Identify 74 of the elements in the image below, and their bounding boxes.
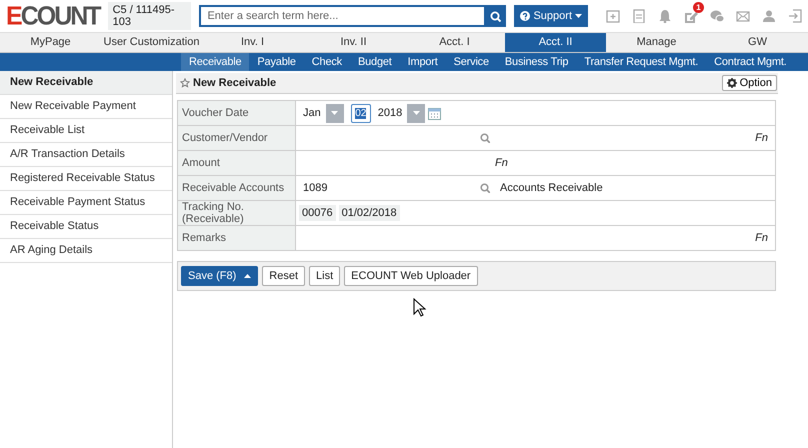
star-icon: [180, 78, 190, 88]
action-button[interactable]: Reset: [262, 266, 306, 286]
year-dropdown[interactable]: [407, 104, 426, 122]
search-button[interactable]: [484, 5, 506, 27]
sidebar-item[interactable]: New Receivable: [0, 71, 172, 95]
notification-badge: 1: [693, 2, 704, 13]
field-label: Amount: [178, 150, 296, 176]
logout-icon[interactable]: [788, 9, 802, 23]
code-value: 1089: [303, 182, 328, 194]
bell-icon[interactable]: [658, 9, 672, 23]
user-icon[interactable]: [762, 9, 776, 23]
support-button[interactable]: Support: [514, 5, 588, 27]
tracking-value: 00076: [299, 205, 336, 221]
mail-icon[interactable]: [736, 9, 750, 23]
sidebar-item[interactable]: Registered Receivable Status: [0, 167, 172, 191]
field-label: Receivable Accounts: [178, 176, 296, 200]
gear-icon: [726, 78, 737, 88]
account-name: Accounts Receivable: [500, 182, 603, 194]
cursor-icon: [413, 298, 427, 318]
day-field[interactable]: 02: [350, 104, 371, 122]
submenu-tab[interactable]: Receivable: [181, 53, 250, 71]
search-icon[interactable]: [480, 183, 490, 193]
year-value: 2018: [378, 107, 402, 119]
caret-icon: [575, 14, 582, 18]
add-window-icon[interactable]: [606, 9, 620, 23]
field-label: Customer/Vendor: [178, 126, 296, 150]
search-icon: [490, 10, 501, 22]
document-icon[interactable]: [632, 9, 646, 23]
action-button[interactable]: List: [309, 266, 340, 286]
month-value: Jan: [303, 107, 321, 119]
company-code: C5 / 111495-103: [108, 2, 192, 30]
submenu-tab[interactable]: Budget: [350, 53, 400, 71]
month-dropdown[interactable]: [326, 104, 344, 122]
menu-tab[interactable]: MyPage: [0, 33, 101, 52]
submenu-tab[interactable]: Import: [400, 53, 446, 71]
menu-tab[interactable]: Inv. II: [303, 33, 404, 52]
submenu-tab[interactable]: Check: [304, 53, 350, 71]
submenu-tab[interactable]: Payable: [249, 53, 304, 71]
function-key[interactable]: Fn: [495, 157, 508, 169]
logo[interactable]: ECOUNT: [6, 0, 100, 32]
menu-tab[interactable]: Acct. II: [505, 33, 606, 52]
submenu-tab[interactable]: Service: [446, 53, 497, 71]
menu-tab[interactable]: Acct. I: [404, 33, 505, 52]
sidebar-item[interactable]: Receivable Status: [0, 215, 172, 239]
option-button[interactable]: Option: [722, 75, 777, 91]
sidebar-item[interactable]: AR Aging Details: [0, 239, 172, 263]
menu-tab[interactable]: Inv. I: [202, 33, 303, 52]
submenu-tab[interactable]: Business Trip: [496, 53, 576, 71]
search-field[interactable]: Enter a search term here...: [199, 5, 484, 27]
caret-icon: [244, 274, 252, 278]
help-icon: [520, 11, 530, 21]
caret-icon: [331, 111, 338, 115]
action-button[interactable]: ECOUNT Web Uploader: [344, 266, 478, 286]
submenu-tab[interactable]: Contract Mgmt.: [706, 53, 795, 71]
search-icon[interactable]: [480, 133, 490, 143]
menu-tab[interactable]: GW: [707, 33, 808, 52]
menu-tab[interactable]: Manage: [606, 33, 707, 52]
sidebar-item[interactable]: Receivable List: [0, 119, 172, 143]
caret-icon: [412, 111, 420, 115]
page-title: New Receivable: [193, 77, 276, 89]
sidebar-item[interactable]: New Receivable Payment: [0, 95, 172, 119]
field-label: Tracking No. (Receivable): [178, 200, 296, 226]
field-label: Voucher Date: [178, 100, 296, 126]
menu-tab[interactable]: User Customization: [101, 33, 202, 52]
function-key[interactable]: Fn: [755, 232, 768, 244]
sidebar-item[interactable]: Receivable Payment Status: [0, 191, 172, 215]
sidebar-item[interactable]: A/R Transaction Details: [0, 143, 172, 167]
function-key[interactable]: Fn: [755, 132, 768, 144]
submenu-tab[interactable]: Transfer Request Mgmt.: [576, 53, 706, 71]
chat-icon[interactable]: [710, 9, 724, 23]
save-button[interactable]: Save (F8): [181, 266, 258, 286]
field-label: Remarks: [178, 226, 296, 250]
calendar-icon[interactable]: [428, 106, 442, 120]
tracking-value: 01/02/2018: [338, 205, 400, 221]
